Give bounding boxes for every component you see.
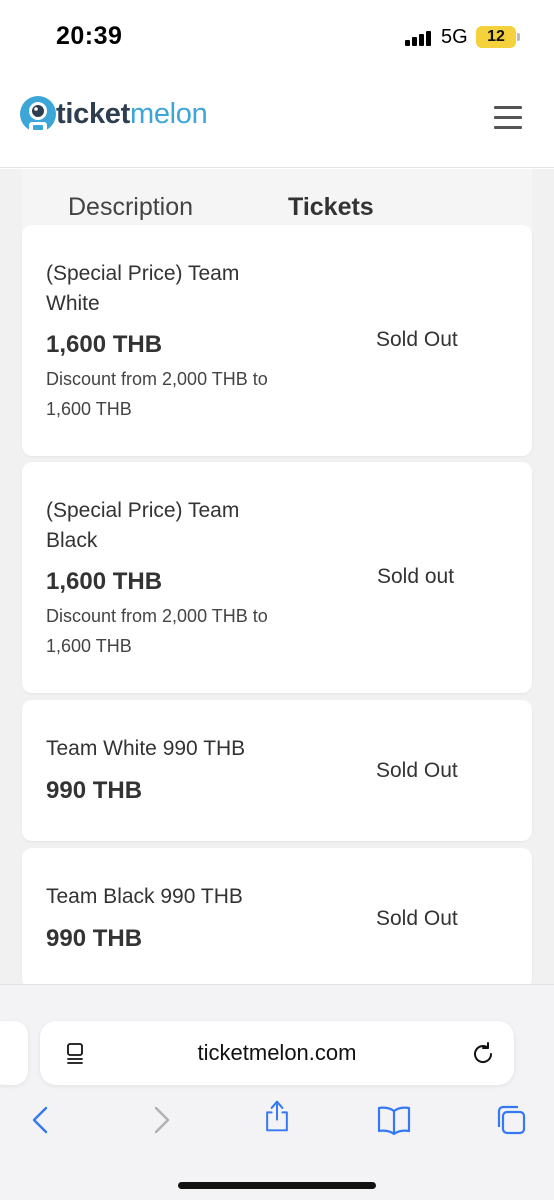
ticket-price: 990 THB bbox=[46, 925, 143, 952]
share-icon[interactable] bbox=[260, 1099, 294, 1133]
network-type: 5G bbox=[441, 26, 468, 48]
address-bar[interactable]: ticketmelon.com bbox=[40, 1021, 514, 1085]
home-indicator bbox=[178, 1182, 376, 1189]
tab-tickets[interactable]: Tickets bbox=[288, 187, 374, 227]
ticket-discount: Discount from 2,000 THB to 1,600 THB bbox=[46, 606, 268, 656]
ticket-price: 990 THB bbox=[46, 777, 143, 804]
logo-text-dark: ticket bbox=[56, 98, 130, 130]
signal-icon bbox=[405, 30, 435, 46]
logo-wordmark[interactable]: ticketmelon bbox=[56, 98, 208, 131]
site-header: ticketmelon bbox=[0, 70, 554, 168]
browser-toolbar: ticketmelon.com bbox=[0, 984, 554, 1200]
ticket-name: Team White 990 THB bbox=[46, 737, 246, 760]
status-bar: 20:39 5G 12 bbox=[0, 0, 554, 70]
ticket-price: 1,600 THB bbox=[46, 568, 163, 595]
back-icon[interactable] bbox=[24, 1103, 58, 1137]
tabs-icon[interactable] bbox=[494, 1103, 528, 1137]
previous-tab-preview[interactable] bbox=[0, 1021, 28, 1085]
status-time: 20:39 bbox=[56, 22, 123, 50]
ticket-name: (Special Price) Team White bbox=[46, 262, 240, 315]
ticket-status: Sold Out bbox=[376, 907, 458, 930]
logo-astronaut-icon[interactable] bbox=[16, 94, 60, 138]
ticket-status: Sold Out bbox=[376, 328, 458, 351]
ticket-price: 1,600 THB bbox=[46, 331, 163, 358]
ticket-name: (Special Price) Team Black bbox=[46, 499, 240, 552]
ticket-card-black-990[interactable]: Team Black 990 THB 990 THB Sold Out bbox=[22, 848, 532, 984]
menu-icon[interactable] bbox=[494, 106, 522, 129]
forward-icon[interactable] bbox=[144, 1103, 178, 1137]
url-text: ticketmelon.com bbox=[197, 1040, 357, 1065]
tab-description[interactable]: Description bbox=[68, 187, 193, 227]
ticket-discount: Discount from 2,000 THB to 1,600 THB bbox=[46, 369, 268, 419]
ticket-card-white-990[interactable]: Team White 990 THB 990 THB Sold Out bbox=[22, 700, 532, 841]
reload-icon[interactable] bbox=[470, 1041, 496, 1067]
page-content: Description Tickets (Special Price) Team… bbox=[0, 169, 554, 984]
battery-icon: 12 bbox=[476, 26, 520, 48]
logo-text-light: melon bbox=[129, 98, 208, 130]
ticket-card-special-black[interactable]: (Special Price) Team Black 1,600 THB Dis… bbox=[22, 462, 532, 693]
ticket-status: Sold Out bbox=[376, 759, 458, 782]
ticket-name: Team Black 990 THB bbox=[46, 885, 243, 908]
bookmarks-icon[interactable] bbox=[376, 1103, 412, 1137]
ticket-card-special-white[interactable]: (Special Price) Team White 1,600 THB Dis… bbox=[22, 225, 532, 456]
ticket-status: Sold out bbox=[377, 565, 455, 588]
